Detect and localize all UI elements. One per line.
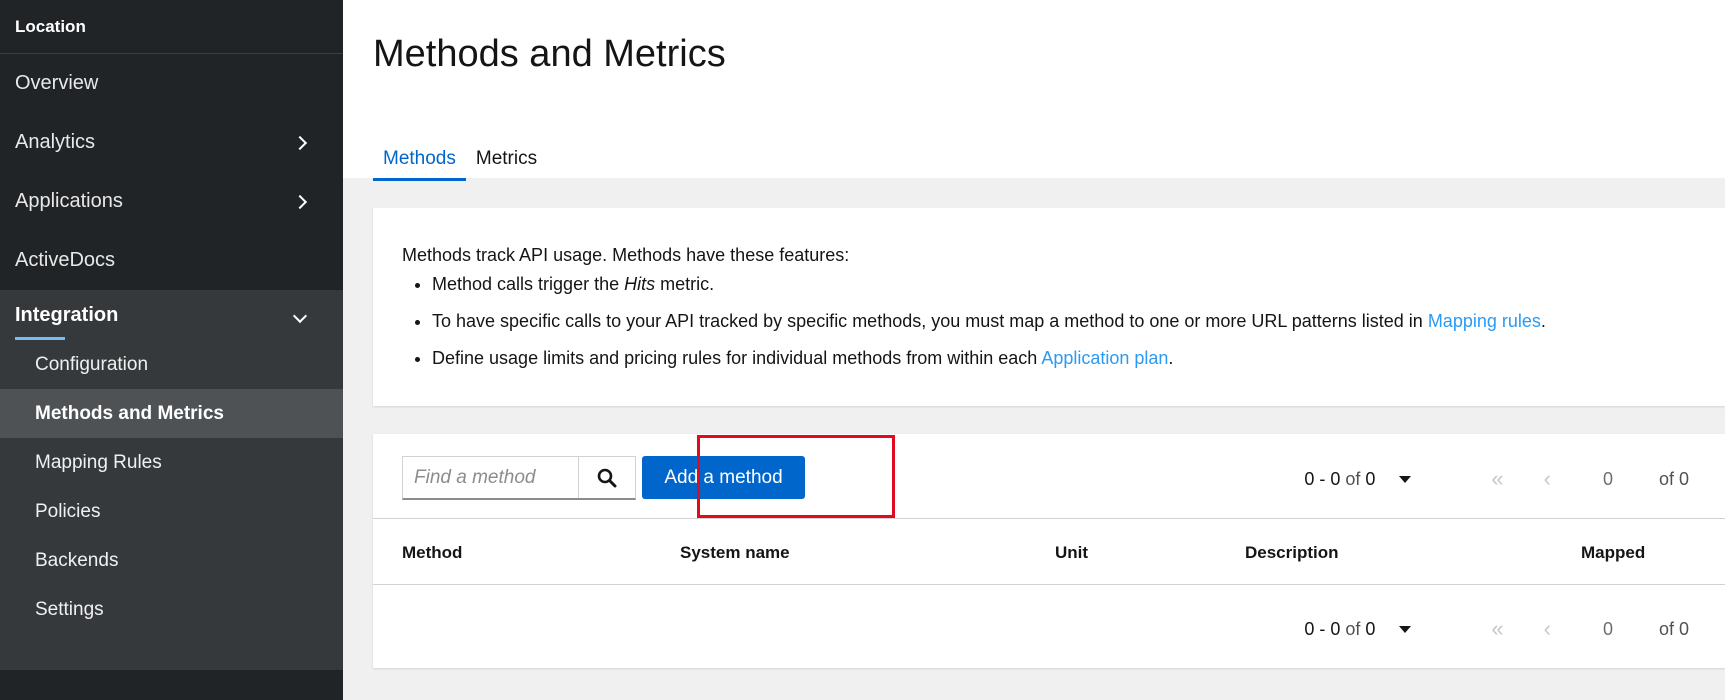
pagination-range: 0 - 0 of 0: [1304, 468, 1376, 489]
info-feature-list: Method calls trigger the Hits metric. To…: [402, 271, 1696, 372]
table-footer: 0 - 0 of 0 « ‹ 0 of 0: [373, 585, 1725, 667]
sidebar-group-label: Integration: [15, 303, 119, 326]
bottom-pagination: 0 - 0 of 0 « ‹ 0 of 0: [1304, 616, 1689, 642]
first-page-icon[interactable]: «: [1491, 616, 1503, 642]
chevron-right-icon: [295, 132, 305, 153]
search-button[interactable]: [578, 457, 635, 498]
page-header: Methods and Metrics Methods Metrics: [343, 0, 1725, 181]
sidebar-item-integration[interactable]: Integration: [0, 290, 343, 340]
per-page-dropdown-icon[interactable]: [1399, 625, 1412, 633]
info-text: .: [1540, 311, 1546, 331]
table-header-row: Method System name Unit Description Mapp…: [373, 519, 1725, 585]
column-header-system-name[interactable]: System name: [680, 543, 790, 563]
info-text: metric.: [655, 274, 715, 294]
active-group-indicator: [15, 337, 65, 340]
list-item: To have specific calls to your API track…: [432, 308, 1696, 335]
search-icon: [597, 468, 617, 487]
per-page-dropdown-icon[interactable]: [1399, 475, 1412, 483]
sidebar: Location Overview Analytics Applications…: [0, 0, 343, 700]
first-page-icon[interactable]: «: [1491, 466, 1503, 492]
chevron-right-icon: [295, 191, 305, 212]
sidebar-subitem-policies[interactable]: Policies: [0, 487, 343, 536]
page-title: Methods and Metrics: [373, 33, 726, 75]
info-text: Method calls trigger the: [432, 274, 625, 294]
sidebar-location-label: Location: [0, 0, 343, 54]
search-input[interactable]: [403, 457, 578, 498]
total-pages-label: of 0: [1658, 468, 1689, 489]
info-emphasis: Hits: [624, 274, 656, 294]
sidebar-item-analytics[interactable]: Analytics: [0, 113, 343, 172]
sidebar-subitem-settings[interactable]: Settings: [0, 585, 343, 634]
sidebar-item-label: Analytics: [15, 131, 96, 153]
mapping-rules-link[interactable]: Mapping rules: [1428, 311, 1541, 331]
sidebar-subitem-backends[interactable]: Backends: [0, 536, 343, 585]
column-header-mapped[interactable]: Mapped: [1581, 543, 1645, 563]
application-plan-link[interactable]: Application plan: [1041, 348, 1168, 368]
sidebar-subitem-configuration[interactable]: Configuration: [0, 340, 343, 389]
sidebar-group-integration: Integration Configuration Methods and Me…: [0, 290, 343, 670]
tab-metrics[interactable]: Metrics: [466, 142, 547, 181]
column-header-description[interactable]: Description: [1245, 543, 1339, 563]
tab-methods[interactable]: Methods: [373, 142, 466, 181]
methods-table-card: Add a method 0 - 0 of 0 « ‹ 0 of 0 Metho…: [373, 434, 1725, 668]
sidebar-subitem-mapping-rules[interactable]: Mapping Rules: [0, 438, 343, 487]
methods-info-card: Methods track API usage. Methods have th…: [373, 208, 1725, 406]
sidebar-item-applications[interactable]: Applications: [0, 172, 343, 231]
info-text: .: [1168, 348, 1174, 368]
chevron-down-icon: [295, 305, 305, 326]
highlight-box: [697, 435, 895, 518]
info-intro: Methods track API usage. Methods have th…: [402, 245, 850, 265]
main-content: Methods and Metrics Methods Metrics Meth…: [343, 0, 1725, 700]
total-pages-label: of 0: [1658, 618, 1689, 639]
previous-page-icon[interactable]: ‹: [1544, 466, 1551, 492]
sidebar-item-label: Applications: [15, 190, 123, 212]
current-page-number[interactable]: 0: [1603, 619, 1613, 640]
tab-bar: Methods Metrics: [373, 142, 547, 181]
list-item: Method calls trigger the Hits metric.: [432, 271, 1696, 298]
previous-page-icon[interactable]: ‹: [1544, 616, 1551, 642]
sidebar-item-overview[interactable]: Overview: [0, 54, 343, 113]
sidebar-item-activedocs[interactable]: ActiveDocs: [0, 231, 343, 290]
column-header-unit[interactable]: Unit: [1055, 543, 1088, 563]
sidebar-item-label: Overview: [15, 72, 99, 94]
table-toolbar: Add a method 0 - 0 of 0 « ‹ 0 of 0: [373, 434, 1725, 519]
column-header-method[interactable]: Method: [402, 543, 462, 563]
search-box: [402, 456, 636, 500]
pagination-range: 0 - 0 of 0: [1304, 618, 1376, 639]
info-text: Define usage limits and pricing rules fo…: [432, 348, 1042, 368]
info-text: To have specific calls to your API track…: [432, 311, 1428, 331]
top-pagination: 0 - 0 of 0 « ‹ 0 of 0: [1304, 466, 1689, 492]
sidebar-item-label: ActiveDocs: [15, 249, 116, 271]
sidebar-subitem-methods-and-metrics[interactable]: Methods and Metrics: [0, 389, 343, 438]
current-page-number[interactable]: 0: [1603, 469, 1613, 490]
list-item: Define usage limits and pricing rules fo…: [432, 345, 1696, 372]
